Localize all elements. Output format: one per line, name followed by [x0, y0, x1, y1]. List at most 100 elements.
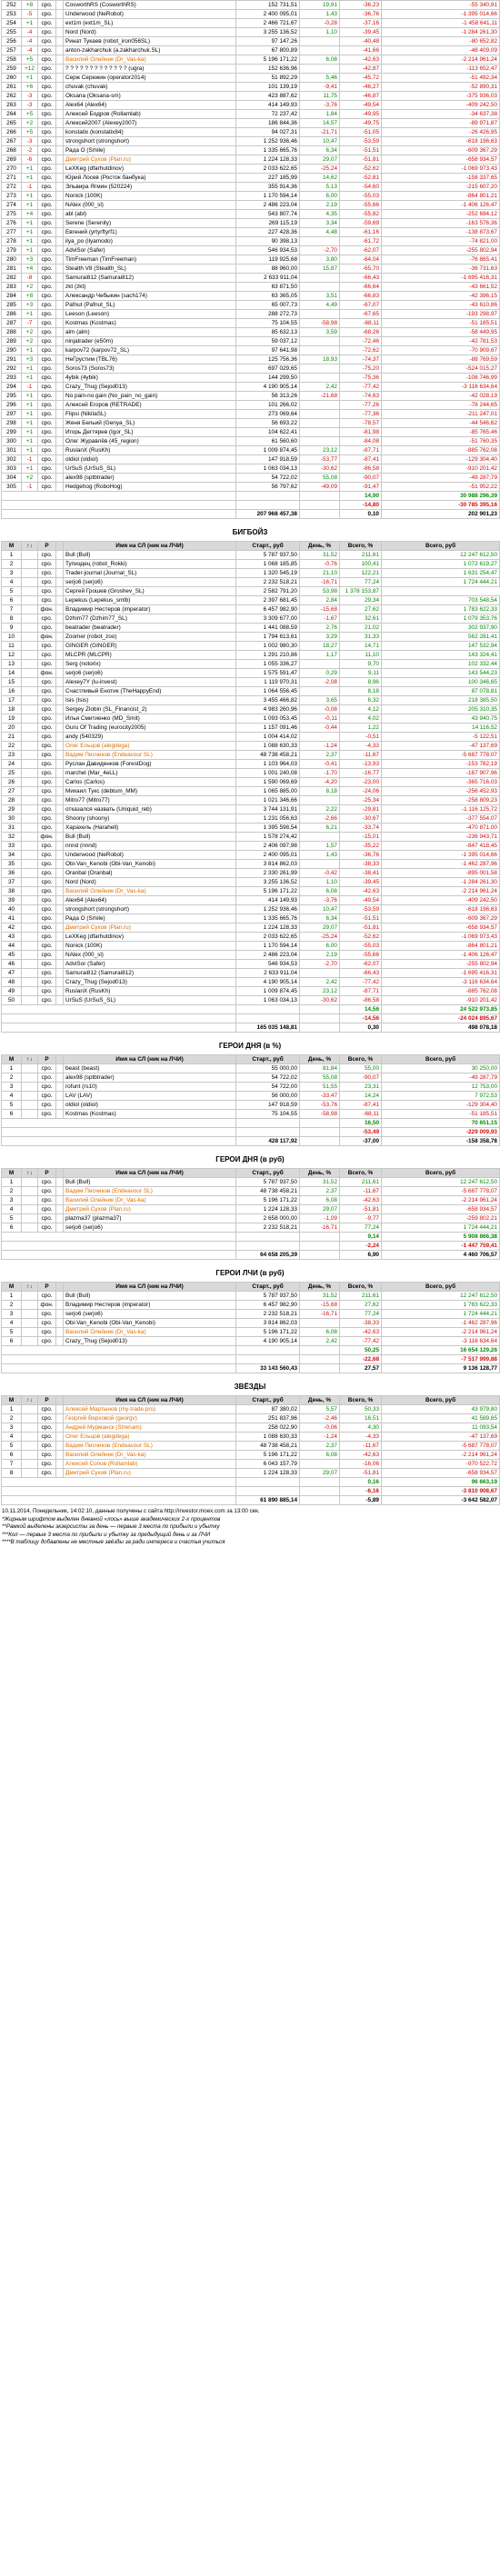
- table-row[interactable]: 6 сро. Kostmas (Kostmas) 75 104,55 -58,98 -68…: [1, 1109, 500, 1119]
- table-row[interactable]: 19 сро. Илья Смитиенко (MD_Smit) 1 093 053,…: [1, 714, 500, 724]
- table-row[interactable]: 44 сро. Nonick (100K) 1 170 594,14 6,00 -55,0…: [1, 941, 500, 951]
- table-row[interactable]: 278 +1 сро. ilya_po (ilyamodo) 90 398,13 -61,…: [1, 236, 500, 246]
- table-row[interactable]: 265 +2 сро. Алексей2007 (Alexey2007) 186 844…: [1, 118, 500, 128]
- table-row[interactable]: 47 сро. Samurai812 (Samurai812) 2 633 911,0…: [1, 968, 500, 978]
- column-header[interactable]: М: [1, 1282, 22, 1292]
- column-header[interactable]: День, %: [299, 1168, 340, 1178]
- table-row[interactable]: 34 сро. Underwood (NeRobot) 2 400 095,01 1,4…: [1, 850, 500, 860]
- table-row[interactable]: 5 сро. Вадим Писчиков (Endeavour SL) 48 738…: [1, 1441, 500, 1451]
- table-row[interactable]: 3 сро. rofunt (rs10) 54 722,00 51,55 23,31 12 …: [1, 1082, 500, 1092]
- table-row[interactable]: 4 сро. LAV (LAV) 56 000,00 -33,47 14,24 7 972,…: [1, 1091, 500, 1101]
- column-header[interactable]: [55, 1168, 64, 1178]
- table-row[interactable]: 1 сро. Алексей Мартынов (my-trade.pro) 87 3…: [1, 1404, 500, 1414]
- table-row[interactable]: 275 +4 сро. abl (abl) 543 807,74 4,35 -55,82 -2…: [1, 209, 500, 219]
- column-header[interactable]: Старт., руб: [235, 1395, 300, 1405]
- table-row[interactable]: 29 сро. отказался назвать (Uniquid_reb) 3 7…: [1, 804, 500, 814]
- column-header[interactable]: Старт., руб: [235, 1168, 300, 1178]
- table-row[interactable]: 20 сро. Guru Of Trading (eurocity2005) 1 15…: [1, 723, 500, 733]
- table-row[interactable]: 253 -5 сро. Underwood (NeRobot) 2 400 095,01…: [1, 9, 500, 19]
- column-header[interactable]: Всего, %: [339, 1395, 382, 1405]
- column-header[interactable]: [55, 541, 64, 551]
- table-row[interactable]: 277 +1 сро. Евгений (yrtyrftyrf1) 227 428,36…: [1, 227, 500, 237]
- table-row[interactable]: 23 сро. Вадим Писчиков (Endeavour SL) 48 73…: [1, 750, 500, 760]
- table-row[interactable]: 25 сро. marchel (Mar_4eLL) 1 001 240,08 -1,7…: [1, 768, 500, 778]
- column-header[interactable]: Всего, руб: [381, 541, 500, 551]
- column-header[interactable]: Р: [37, 1395, 56, 1405]
- table-row[interactable]: 2 сро. Георгий Верховой (georgv) 251 837,96…: [1, 1413, 500, 1423]
- table-row[interactable]: 295 +1 сро. No pain-no gain (No_pain_no_gai…: [1, 391, 500, 401]
- table-row[interactable]: 6 сро. serjo6 (serjo6) 2 232 518,21 -16,71 77…: [1, 1223, 500, 1233]
- table-row[interactable]: 4 сро. Дмитрий Сухов (Plan.ru) 1 224 128,33…: [1, 1204, 500, 1214]
- column-header[interactable]: ↑↓: [21, 1282, 38, 1292]
- column-header[interactable]: [55, 1054, 64, 1064]
- table-row[interactable]: 288 +2 сро. alm (alm) 85 632,13 3,59 -68,26 -58…: [1, 327, 500, 337]
- table-row[interactable]: 291 +3 сро. НеГрустим (TBL76) 125 756,36 18,9…: [1, 354, 500, 364]
- table-row[interactable]: 257 -4 сро. anton-zakharchuk (a.zakharchuk.…: [1, 45, 500, 55]
- table-row[interactable]: 300 +1 сро. Олег Журавлёв (45_region) 61 560…: [1, 436, 500, 446]
- table-row[interactable]: 254 +1 сро. ext1m (ext1m_SL) 2 466 721,67 -0,…: [1, 18, 500, 28]
- table-row[interactable]: 6 сро. Lepekus (Lepekus_smlb) 2 397 681,45 2…: [1, 595, 500, 605]
- table-row[interactable]: 264 +5 сро. Алексей Бодров (Rollamlab) 72 23…: [1, 109, 500, 119]
- table-row[interactable]: 6 сро. Crazy_Thug (Sejod013) 4 190 905,14 2,…: [1, 1336, 500, 1346]
- column-header[interactable]: М: [1, 1395, 22, 1405]
- table-row[interactable]: 297 +1 сро. Flipsi (NikitaSL) 273 069,64 -77,…: [1, 409, 500, 419]
- table-row[interactable]: 49 сро. RuslanX (RusKh) 1 009 874,45 23,12 -8…: [1, 986, 500, 996]
- table-row[interactable]: 270 +1 сро. LeXKeg (dfarhutdinov) 2 033 622,…: [1, 164, 500, 174]
- table-row[interactable]: 9 сро. beatrader (beatrader) 1 441 088,59 2,…: [1, 623, 500, 633]
- table-row[interactable]: 39 сро. Alex64 (Alex64) 414 149,93 -3,76 -49,…: [1, 895, 500, 905]
- table-row[interactable]: 3 сро. serjo6 (serjo6) 2 232 518,21 -16,71 77…: [1, 1309, 500, 1319]
- table-row[interactable]: 38 сро. Василий Олейник (Dr_Vas-ka) 5 196 1…: [1, 886, 500, 896]
- table-row[interactable]: 18 сро. Sergey Zlobin (SL_Financist_2) 4 98…: [1, 704, 500, 714]
- table-row[interactable]: 8 сро. Дмитрий Сухов (Plan.ru) 1 224 128,33…: [1, 1468, 500, 1478]
- table-row[interactable]: 1 сро. beast (beast) 55 000,00 81,84 55,00 30 …: [1, 1063, 500, 1073]
- table-row[interactable]: 5 сро. oldiol (oldiol) 147 918,59 -53,76 -87,…: [1, 1100, 500, 1110]
- table-row[interactable]: 13 сро. Serg (notorix) 1 055 336,27 9,70 102 …: [1, 659, 500, 669]
- table-row[interactable]: 290 +1 сро. karpov72 (karpov72_SL) 97 641,98…: [1, 345, 500, 355]
- column-header[interactable]: ↑↓: [21, 1054, 38, 1064]
- column-header[interactable]: Р: [37, 1054, 56, 1064]
- column-header[interactable]: [55, 1395, 64, 1405]
- table-row[interactable]: 296 +1 сро. Алексей Егоров (RETRADE) 101 266…: [1, 400, 500, 410]
- column-header[interactable]: М: [1, 1054, 22, 1064]
- column-header[interactable]: Всего, %: [339, 1282, 382, 1292]
- table-row[interactable]: 263 -3 сро. Alex64 (Alex64) 414 149,93 -3,76-…: [1, 100, 500, 110]
- table-row[interactable]: 14 фон. serjo6 (serjo6) 1 575 591,47 0,29 9,1…: [1, 668, 500, 678]
- table-row[interactable]: 2 сро. alex98 (sptbtrader) 54 722,02 55,08 -9…: [1, 1073, 500, 1083]
- table-row[interactable]: 50 сро. UrSuS (UrSuS_SL) 1 063 034,13 -30,62…: [1, 995, 500, 1005]
- table-row[interactable]: 10 фон. Zoomer (robot_zoo) 1 794 613,61 3,29…: [1, 632, 500, 642]
- table-row[interactable]: 294 -1 сро. Crazy_Thug (Sejod013) 4 190 905,…: [1, 382, 500, 392]
- table-row[interactable]: 35 сро. Obi-Van_Kenobi (Obi-Van_Kenobi) 3 8…: [1, 859, 500, 869]
- table-row[interactable]: 301 +1 сро. RuslanX (RusKh) 1 009 874,45 23,1…: [1, 445, 500, 455]
- table-row[interactable]: 4 сро. serjo6 (serjo6) 2 232 518,21 -16,71 77…: [1, 577, 500, 587]
- table-row[interactable]: 40 сро. strongshort (strongshort) 1 252 936…: [1, 904, 500, 914]
- table-row[interactable]: 21 сро. andy (540329) 1 004 414,02 -0,51 -5 1…: [1, 732, 500, 742]
- table-row[interactable]: 268 -2 сро. Рада О (Smile) 1 335 665,76 6,34-…: [1, 145, 500, 155]
- table-row[interactable]: 27 сро. Михаил Тукс (debtum_MM) 1 065 885,0…: [1, 786, 500, 796]
- table-row[interactable]: 272 -1 сро. Эльвира Ягмин (520224) 355 914,3…: [1, 182, 500, 192]
- column-header[interactable]: День, %: [299, 1395, 340, 1405]
- table-row[interactable]: 283 +2 сро. zkt (zkt) 63 871,50 -66,64 -43 661…: [1, 282, 500, 292]
- table-row[interactable]: 259 +12 сро. ? ? ? ? ? ? ? ? ? ? ? ? ? (ugr…: [1, 64, 500, 74]
- table-row[interactable]: 16 сро. Счастливый Енотик (TheHappyEnd) 1 0…: [1, 686, 500, 696]
- table-row[interactable]: 31 сро. Харахель (Harahell) 1 395 598,54 6,2…: [1, 823, 500, 833]
- table-row[interactable]: 266 +5 сро. konstatix (konstatix84) 94 027,3…: [1, 127, 500, 137]
- table-row[interactable]: 3 сро. Trader-journal (Journal_SL) 1 320 54…: [1, 568, 500, 578]
- column-header[interactable]: Старт., руб: [235, 1282, 300, 1292]
- table-row[interactable]: 267 -3 сро. strongshort (strongshort) 1 252 …: [1, 136, 500, 146]
- table-row[interactable]: 293 +1 сро. 4ybik (4ybik) 144 299,50 -75,36 -1…: [1, 373, 500, 383]
- table-row[interactable]: 303 +1 сро. UrSuS (UrSuS_SL) 1 063 034,13 -30…: [1, 464, 500, 474]
- table-row[interactable]: 12 сро. MLCPR (MLCPR) 1 291 210,86 1,17 11,10…: [1, 650, 500, 660]
- table-row[interactable]: 1 сро. Bull (Bull) 5 787 937,50 31,52 211,61 1…: [1, 1291, 500, 1301]
- column-header[interactable]: Имя на СЛ (ник на ЛЧИ): [63, 1282, 236, 1292]
- table-row[interactable]: 256 -4 сро. Ринат Тукаев (robot_iron056SL) 9…: [1, 36, 500, 46]
- table-row[interactable]: 5 сро. Сергей Грошев (Groshev_SL) 2 582 791…: [1, 586, 500, 596]
- table-row[interactable]: 274 +1 сро. NAlex (000_sl) 2 486 223,04 2,19-…: [1, 200, 500, 210]
- table-row[interactable]: 2 сро. Вадим Писчиков (Endeavour SL) 48 738…: [1, 1186, 500, 1196]
- table-row[interactable]: 33 сро. nnnd (nnnd) 2 406 097,98 1,57 -35,22-…: [1, 841, 500, 851]
- table-row[interactable]: 258 +5 сро. Василий Олейник (Dr_Vas-ka) 5 19…: [1, 55, 500, 65]
- column-header[interactable]: Всего, руб: [381, 1395, 500, 1405]
- table-row[interactable]: 281 +4 сро. Stealth V8 (Stealth_SL) 88 960,0…: [1, 264, 500, 274]
- column-header[interactable]: Р: [37, 541, 56, 551]
- table-row[interactable]: 11 сро. GINGER (GINGER) 1 002 980,30 18,27 14…: [1, 641, 500, 651]
- table-row[interactable]: 252 +8 сро. CosworthRS (CosworthRS) 152 731,…: [1, 0, 500, 10]
